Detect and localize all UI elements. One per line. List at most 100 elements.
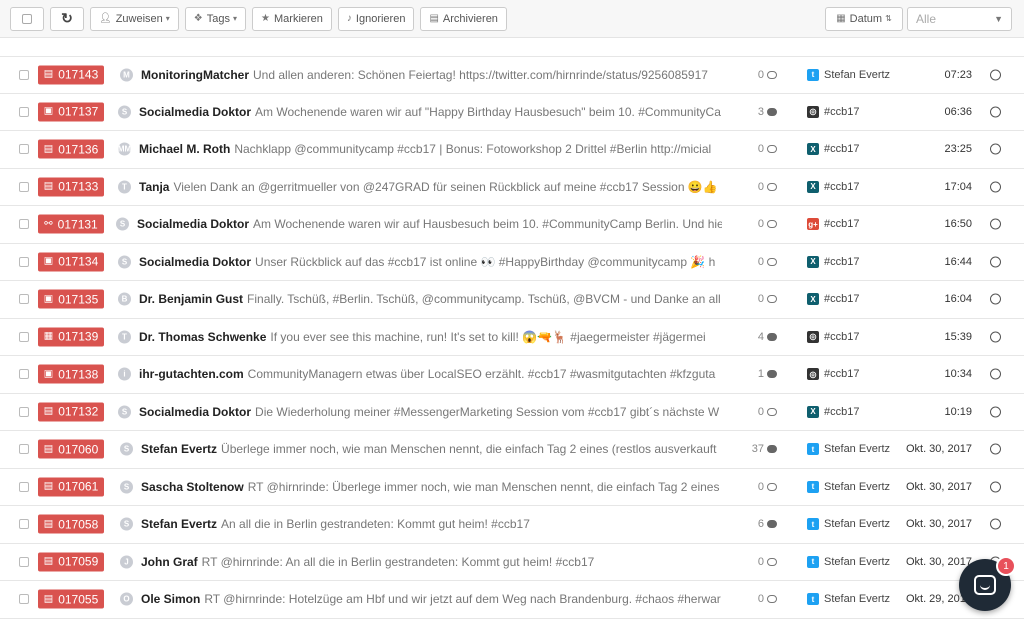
ticket-badge[interactable]: ▤ 017060 [38,439,104,459]
row-checkbox[interactable] [19,69,29,80]
status-circle-icon[interactable] [990,481,1001,493]
table-row[interactable]: ▤ 017136 MM Michael M. Roth Nachklapp @commu… [0,131,1024,169]
status-circle-icon[interactable] [990,293,1001,305]
comment-count-value: 0 [757,180,764,193]
refresh-button[interactable]: ↻ [50,6,84,31]
table-row[interactable]: ▤ 017133 T Tanja Vielen Dank an @gerritmuell… [0,169,1024,206]
message-preview[interactable]: Stefan Evertz An all die in Berlin gestra… [141,517,722,531]
table-row[interactable]: ⚯ 017131 S Socialmedia Doktor Am Wochenende … [0,206,1024,244]
status-circle-icon[interactable] [990,443,1001,455]
status-circle-icon[interactable] [990,143,1001,155]
status-circle-icon[interactable] [990,406,1001,418]
ticket-badge[interactable]: ▣ 017138 [38,364,104,384]
ticket-badge[interactable]: ⚯ 017131 [38,214,104,234]
mark-label: Markieren [274,12,323,25]
row-checkbox[interactable] [19,369,29,380]
status-circle-icon[interactable] [990,181,1001,193]
author-name: Ole Simon [141,592,201,607]
message-preview[interactable]: Dr. Benjamin Gust Finally. Tschüß, #Berli… [139,292,722,306]
comment-bubble-icon [767,70,777,79]
message-preview[interactable]: Dr. Thomas Schwenke If you ever see this … [139,330,722,344]
message-preview[interactable]: Stefan Evertz Überlege immer noch, wie ma… [141,442,722,456]
author-name: MonitoringMatcher [141,67,249,82]
archive-button[interactable]: ▤ Archivieren [420,6,507,31]
message-preview[interactable]: Michael M. Roth Nachklapp @communitycamp … [139,142,722,156]
table-row[interactable]: ▤ 017055 O Ole Simon RT @hirnrinde: Hotelzüg… [0,581,1024,619]
comment-count-value: 0 [757,480,764,493]
table-row[interactable]: ▤ 017061 S Sascha Stoltenow RT @hirnrinde: Ü… [0,469,1024,506]
status-circle-icon[interactable] [990,106,1001,118]
filter-select[interactable]: Alle ▼ [907,7,1012,31]
row-checkbox[interactable] [19,106,29,117]
status-circle-icon[interactable] [990,218,1001,230]
ticket-badge[interactable]: ▤ 017058 [38,514,104,534]
status-circle-icon[interactable] [990,69,1001,81]
status-circle-icon[interactable] [990,518,1001,530]
status-circle-icon[interactable] [990,368,1001,380]
message-preview[interactable]: Ole Simon RT @hirnrinde: Hotelzüge am Hbf… [141,592,722,606]
row-checkbox[interactable] [19,331,29,342]
ticket-badge[interactable]: ▦ 017139 [38,327,104,347]
row-checkbox[interactable] [19,556,29,567]
row-checkbox[interactable] [19,594,29,605]
message-preview[interactable]: ihr-gutachten.com CommunityManagern etwas… [139,367,722,381]
table-row[interactable]: ▣ 017134 S Socialmedia Doktor Unser Rückblic… [0,244,1024,281]
row-checkbox[interactable] [19,294,29,305]
comment-bubble-icon [767,257,777,266]
message-preview[interactable]: Socialmedia Doktor Unser Rückblick auf da… [139,255,722,269]
ticket-badge[interactable]: ▤ 017133 [38,177,104,197]
timestamp: 17:04 [944,180,972,193]
ticket-badge[interactable]: ▣ 017135 [38,289,104,309]
channel-name: #ccb17 [824,218,860,231]
row-checkbox[interactable] [19,444,29,455]
ticket-badge[interactable]: ▤ 017143 [38,65,104,85]
user-icon: 👤︎ [99,13,112,24]
table-row[interactable]: ▤ 017059 J John Graf RT @hirnrinde: An all d… [0,544,1024,581]
message-preview[interactable]: Socialmedia Doktor Am Wochenende waren wi… [139,105,722,119]
avatar: S [118,105,131,119]
author-name: Dr. Thomas Schwenke [139,329,267,344]
message-preview[interactable]: MonitoringMatcher Und allen anderen: Schö… [141,68,722,82]
ticket-badge[interactable]: ▤ 017136 [38,139,104,159]
ticket-badge[interactable]: ▤ 017132 [38,402,104,422]
message-preview[interactable]: Socialmedia Doktor Am Wochenende waren wi… [137,217,722,231]
ticket-badge[interactable]: ▤ 017061 [38,477,104,497]
author-name: Socialmedia Doktor [139,104,252,119]
ticket-number: 017131 [57,217,98,232]
assign-button[interactable]: 👤︎ Zuweisen ▾ [90,6,179,31]
sort-date-button[interactable]: ▦ Datum ⇅ [825,6,903,31]
message-preview[interactable]: John Graf RT @hirnrinde: An all die in Be… [141,555,722,569]
status-circle-icon[interactable] [990,256,1001,268]
row-checkbox[interactable] [19,519,29,530]
row-checkbox[interactable] [19,481,29,492]
message-preview[interactable]: Tanja Vielen Dank an @gerritmueller von @… [139,180,722,194]
row-checkbox[interactable] [19,181,29,192]
mark-button[interactable]: ★ Markieren [252,6,332,31]
row-checkbox[interactable] [19,144,29,155]
table-row[interactable]: ▤ 017060 S Stefan Evertz Überlege immer noch… [0,431,1024,469]
table-row[interactable]: ▦ 017139 T Dr. Thomas Schwenke If you ever s… [0,319,1024,356]
message-preview[interactable]: Socialmedia Doktor Die Wiederholung meine… [139,405,722,419]
table-row[interactable]: ▤ 017058 S Stefan Evertz An all die in Berli… [0,506,1024,544]
select-all-checkbox[interactable] [10,6,44,31]
table-row[interactable]: ▤ 017132 S Socialmedia Doktor Die Wiederholu… [0,394,1024,431]
row-checkbox[interactable] [19,219,29,230]
comment-bubble-icon [767,107,777,116]
ticket-badge[interactable]: ▤ 017059 [38,552,104,572]
row-checkbox[interactable] [19,256,29,267]
status-circle-icon[interactable] [990,331,1001,343]
channel: t Stefan Evertz [807,68,890,81]
xing-icon: X [807,405,819,418]
ignore-button[interactable]: ♪ Ignorieren [337,6,415,31]
avatar: MM [118,142,131,156]
ticket-badge[interactable]: ▣ 017137 [38,102,104,122]
table-row[interactable]: ▣ 017137 S Socialmedia Doktor Am Wochenende … [0,94,1024,131]
ticket-badge[interactable]: ▣ 017134 [38,252,104,272]
table-row[interactable]: ▤ 017143 M MonitoringMatcher Und allen ander… [0,56,1024,94]
ticket-badge[interactable]: ▤ 017055 [38,589,104,609]
row-checkbox[interactable] [19,406,29,417]
message-preview[interactable]: Sascha Stoltenow RT @hirnrinde: Überlege … [141,480,722,494]
tags-button[interactable]: ❖ Tags ▾ [184,6,247,31]
table-row[interactable]: ▣ 017138 i ihr-gutachten.com CommunityManage… [0,356,1024,394]
table-row[interactable]: ▣ 017135 B Dr. Benjamin Gust Finally. Tschüß… [0,281,1024,319]
